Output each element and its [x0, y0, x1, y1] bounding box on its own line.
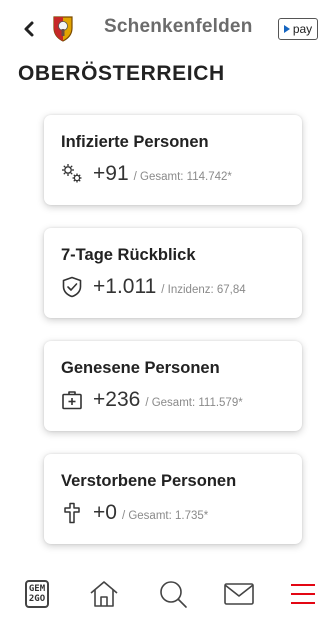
card-value: +236 [93, 388, 141, 411]
stat-card-7day[interactable]: 7-Tage Rückblick +1.011 / Inzidenz: 67,8… [44, 228, 302, 318]
first-aid-icon [62, 391, 82, 410]
nav-search[interactable] [155, 576, 191, 612]
gem2go-text-top: GEM [28, 584, 46, 594]
card-subtext: / Inzidenz: 67,84 [161, 284, 246, 296]
gem2go-icon: GEM 2GO [25, 580, 49, 608]
mail-icon [224, 583, 254, 605]
nav-menu[interactable] [285, 576, 321, 612]
card-title: 7-Tage Rückblick [61, 246, 196, 264]
app-header: Schenkenfelden pay [0, 0, 330, 56]
gem2go-text-bottom: 2GO [28, 594, 46, 604]
home-icon [90, 581, 118, 607]
cross-icon [64, 502, 80, 524]
region-heading: OBERÖSTERREICH [18, 62, 225, 85]
card-subtext: / Gesamt: 111.579* [145, 397, 243, 409]
nav-gem2go[interactable]: GEM 2GO [19, 576, 55, 612]
stat-card-infected[interactable]: Infizierte Personen +91 / Gesamt: 114.74… [44, 115, 302, 205]
bottom-navigation: GEM 2GO [0, 576, 330, 622]
search-icon [160, 581, 187, 608]
card-stat-row: +236 / Gesamt: 111.579* [60, 388, 243, 412]
shield-check-icon [62, 276, 82, 298]
nav-home[interactable] [86, 576, 122, 612]
pay-label: pay [292, 22, 313, 36]
page-title: Schenkenfelden [104, 16, 253, 37]
pay-button[interactable]: pay [278, 18, 318, 40]
card-stat-row: +91 / Gesamt: 114.742* [60, 162, 232, 186]
stat-card-recovered[interactable]: Genesene Personen +236 / Gesamt: 111.579… [44, 341, 302, 431]
card-stat-row: +0 / Gesamt: 1.735* [60, 501, 208, 525]
menu-icon [291, 584, 315, 604]
card-title: Genesene Personen [61, 359, 220, 377]
card-value: +0 [93, 501, 117, 524]
card-value: +1.011 [93, 275, 157, 298]
town-crest-icon [53, 16, 73, 42]
play-icon [283, 25, 290, 33]
card-title: Verstorbene Personen [61, 472, 237, 490]
stat-card-deceased[interactable]: Verstorbene Personen +0 / Gesamt: 1.735* [44, 454, 302, 544]
card-value: +91 [93, 162, 129, 185]
back-arrow-icon[interactable] [22, 20, 36, 38]
nav-mail[interactable] [221, 576, 257, 612]
card-subtext: / Gesamt: 1.735* [121, 510, 209, 522]
card-subtext: / Gesamt: 114.742* [133, 171, 232, 183]
card-stat-row: +1.011 / Inzidenz: 67,84 [60, 275, 246, 299]
virus-icon [62, 164, 82, 183]
card-title: Infizierte Personen [61, 133, 209, 151]
